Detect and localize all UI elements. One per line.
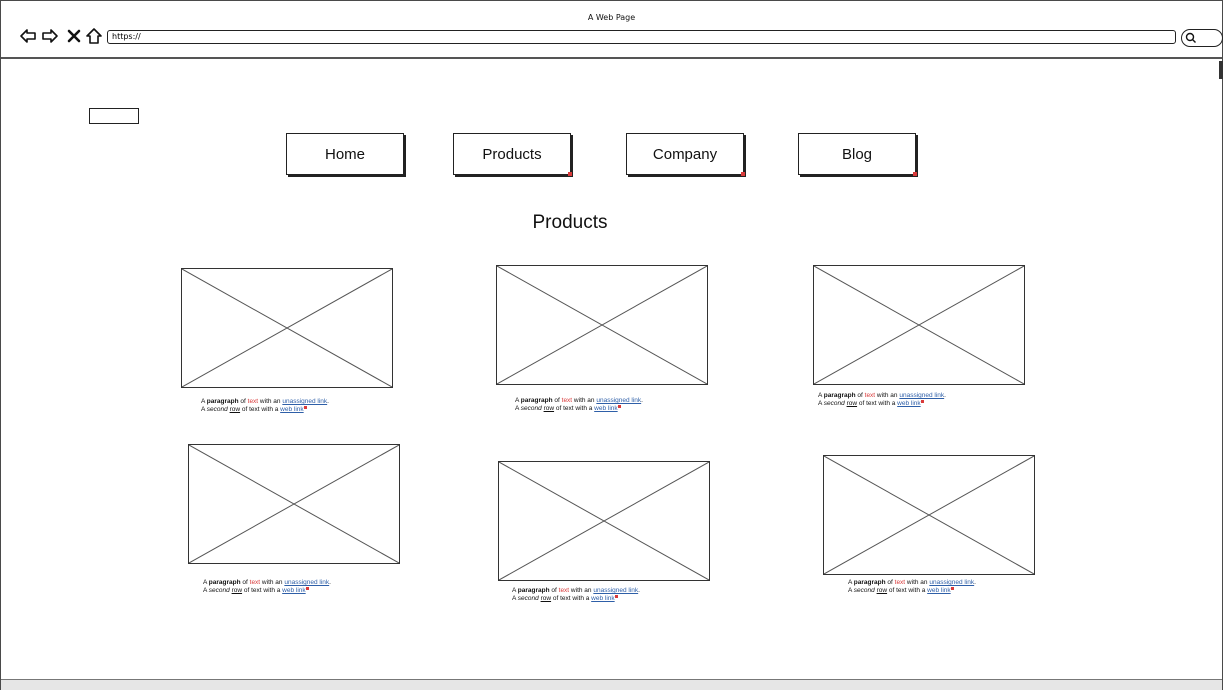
link-marker-icon [950, 587, 954, 590]
image-placeholder-icon [189, 445, 399, 563]
web-link[interactable]: web link [594, 405, 617, 412]
link-marker-icon [920, 400, 924, 403]
nav-blog[interactable]: Blog [798, 133, 917, 176]
logo-placeholder [89, 108, 139, 124]
card-caption: A paragraph of text with an unassigned l… [818, 392, 1018, 408]
back-arrow-icon[interactable] [19, 27, 37, 45]
address-text: https:// [112, 32, 141, 41]
caption-line-2: A second row of text with a web link [512, 595, 712, 603]
image-placeholder-icon [814, 266, 1024, 384]
image-placeholder [181, 268, 393, 388]
card-caption: A paragraph of text with an unassigned l… [203, 579, 403, 595]
image-placeholder [188, 444, 400, 564]
link-marker-icon [303, 406, 307, 409]
image-placeholder [823, 455, 1035, 575]
nav-products[interactable]: Products [453, 133, 572, 176]
home-icon[interactable] [85, 27, 103, 45]
status-bar [1, 679, 1222, 690]
caption-line-2: A second row of text with a web link [848, 587, 1048, 595]
image-placeholder-icon [824, 456, 1034, 574]
caption-line-1: A paragraph of text with an unassigned l… [848, 579, 976, 586]
link-marker-icon [913, 172, 917, 176]
nav-company[interactable]: Company [626, 133, 745, 176]
nav-blog-label: Blog [841, 145, 873, 163]
nav-home-label: Home [324, 145, 365, 163]
caption-line-2: A second row of text with a web link [515, 405, 715, 413]
image-placeholder-icon [497, 266, 707, 384]
unassigned-link[interactable]: unassigned link [593, 587, 638, 594]
image-placeholder [498, 461, 710, 581]
address-bar[interactable]: https:// [107, 30, 1176, 44]
caption-line-1: A paragraph of text with an unassigned l… [201, 398, 329, 405]
unassigned-link[interactable]: unassigned link [282, 398, 327, 405]
web-link[interactable]: web link [927, 587, 950, 594]
image-placeholder [813, 265, 1025, 385]
nav-products-label: Products [482, 145, 542, 163]
web-link[interactable]: web link [280, 406, 303, 413]
browser-toolbar: A Web Page https:// [1, 1, 1223, 59]
web-link[interactable]: web link [282, 587, 305, 594]
caption-line-2: A second row of text with a web link [818, 400, 1018, 408]
image-placeholder-icon [499, 462, 709, 580]
card-caption: A paragraph of text with an unassigned l… [515, 397, 715, 413]
page-heading: Products [532, 212, 608, 233]
link-marker-icon [568, 172, 572, 176]
nav-company-label: Company [652, 145, 718, 163]
search-button[interactable] [1181, 29, 1223, 47]
nav-home[interactable]: Home [286, 133, 404, 175]
close-icon[interactable] [65, 27, 83, 45]
browser-window: A Web Page https:// Home Products Compan… [0, 0, 1223, 690]
image-placeholder [496, 265, 708, 385]
link-marker-icon [741, 172, 745, 176]
link-marker-icon [614, 595, 618, 598]
unassigned-link[interactable]: unassigned link [596, 397, 641, 404]
unassigned-link[interactable]: unassigned link [929, 579, 974, 586]
unassigned-link[interactable]: unassigned link [899, 392, 944, 399]
image-placeholder-icon [182, 269, 392, 387]
caption-line-2: A second row of text with a web link [201, 406, 401, 414]
scrollbar-thumb[interactable] [1219, 61, 1223, 79]
window-title: A Web Page [587, 13, 636, 22]
search-icon [1185, 32, 1196, 43]
caption-line-1: A paragraph of text with an unassigned l… [203, 579, 331, 586]
web-link[interactable]: web link [591, 595, 614, 602]
caption-line-1: A paragraph of text with an unassigned l… [818, 392, 946, 399]
web-link[interactable]: web link [897, 400, 920, 407]
card-caption: A paragraph of text with an unassigned l… [201, 398, 401, 414]
unassigned-link[interactable]: unassigned link [284, 579, 329, 586]
caption-line-2: A second row of text with a web link [203, 587, 403, 595]
caption-line-1: A paragraph of text with an unassigned l… [512, 587, 640, 594]
forward-arrow-icon[interactable] [41, 27, 59, 45]
caption-line-1: A paragraph of text with an unassigned l… [515, 397, 643, 404]
link-marker-icon [305, 587, 309, 590]
card-caption: A paragraph of text with an unassigned l… [512, 587, 712, 603]
card-caption: A paragraph of text with an unassigned l… [848, 579, 1048, 595]
link-marker-icon [617, 405, 621, 408]
